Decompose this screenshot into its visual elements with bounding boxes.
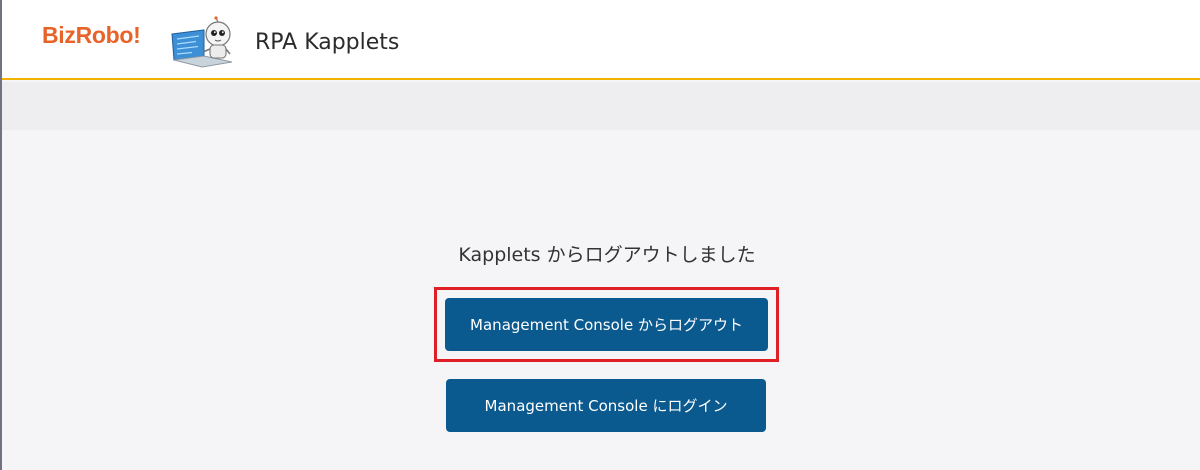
brand-logo[interactable]: BizRobo! [42,22,141,49]
robot-mascot-icon [171,16,233,68]
management-console-login-button[interactable]: Management Console にログイン [446,379,766,432]
management-console-logout-button[interactable]: Management Console からログアウト [445,298,768,351]
app-title: RPA Kapplets [255,30,400,55]
page: BizRobo! RPA Kapplets Kapplets からログアウトしま… [0,0,1200,470]
logout-message: Kapplets からログアウトしました [458,244,756,266]
sub-header-band [2,82,1200,130]
header-bar: BizRobo! RPA Kapplets [2,0,1200,80]
